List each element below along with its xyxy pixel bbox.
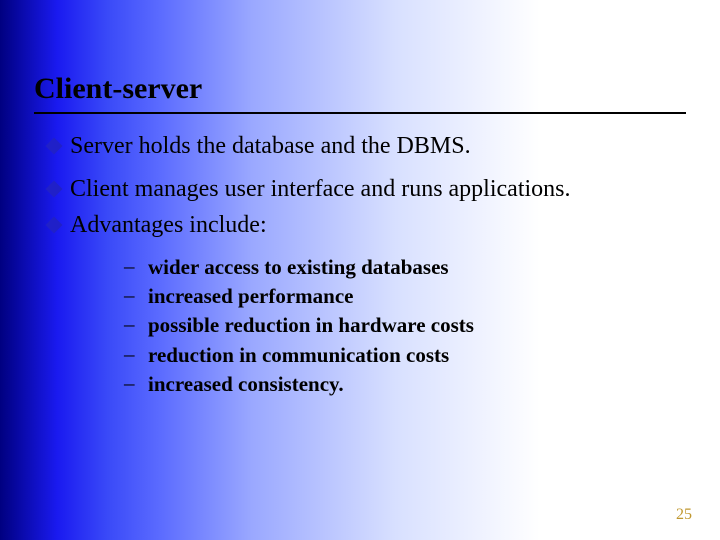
sub-text: reduction in communication costs xyxy=(148,342,449,369)
sub-item: – reduction in communication costs xyxy=(124,342,680,369)
sub-item: – possible reduction in hardware costs xyxy=(124,312,680,339)
slide: Client-server Server holds the database … xyxy=(0,0,720,540)
bullet-text: Server holds the database and the DBMS. xyxy=(70,132,471,161)
sub-item: – increased performance xyxy=(124,283,680,310)
sub-text: increased consistency. xyxy=(148,371,344,398)
dash-icon: – xyxy=(124,254,148,279)
bullet-text: Advantages include: xyxy=(70,211,267,240)
page-number: 25 xyxy=(676,506,692,524)
dash-icon: – xyxy=(124,312,148,337)
sub-text: increased performance xyxy=(148,283,353,310)
sub-text: possible reduction in hardware costs xyxy=(148,312,474,339)
sub-text: wider access to existing databases xyxy=(148,254,449,281)
content-area: Server holds the database and the DBMS. … xyxy=(0,114,720,398)
sub-list: – wider access to existing databases – i… xyxy=(48,246,680,398)
bullet-item: Advantages include: xyxy=(48,211,680,240)
slide-title: Client-server xyxy=(34,72,720,106)
bullet-item: Server holds the database and the DBMS. xyxy=(48,132,680,161)
sub-item: – wider access to existing databases xyxy=(124,254,680,281)
diamond-icon xyxy=(46,216,63,233)
diamond-icon xyxy=(46,138,63,155)
diamond-icon xyxy=(46,181,63,198)
sub-item: – increased consistency. xyxy=(124,371,680,398)
title-wrap: Client-server xyxy=(0,0,720,106)
dash-icon: – xyxy=(124,342,148,367)
bullet-item: Client manages user interface and runs a… xyxy=(48,175,680,204)
dash-icon: – xyxy=(124,371,148,396)
bullet-text: Client manages user interface and runs a… xyxy=(70,175,571,204)
spacer xyxy=(48,167,680,175)
dash-icon: – xyxy=(124,283,148,308)
